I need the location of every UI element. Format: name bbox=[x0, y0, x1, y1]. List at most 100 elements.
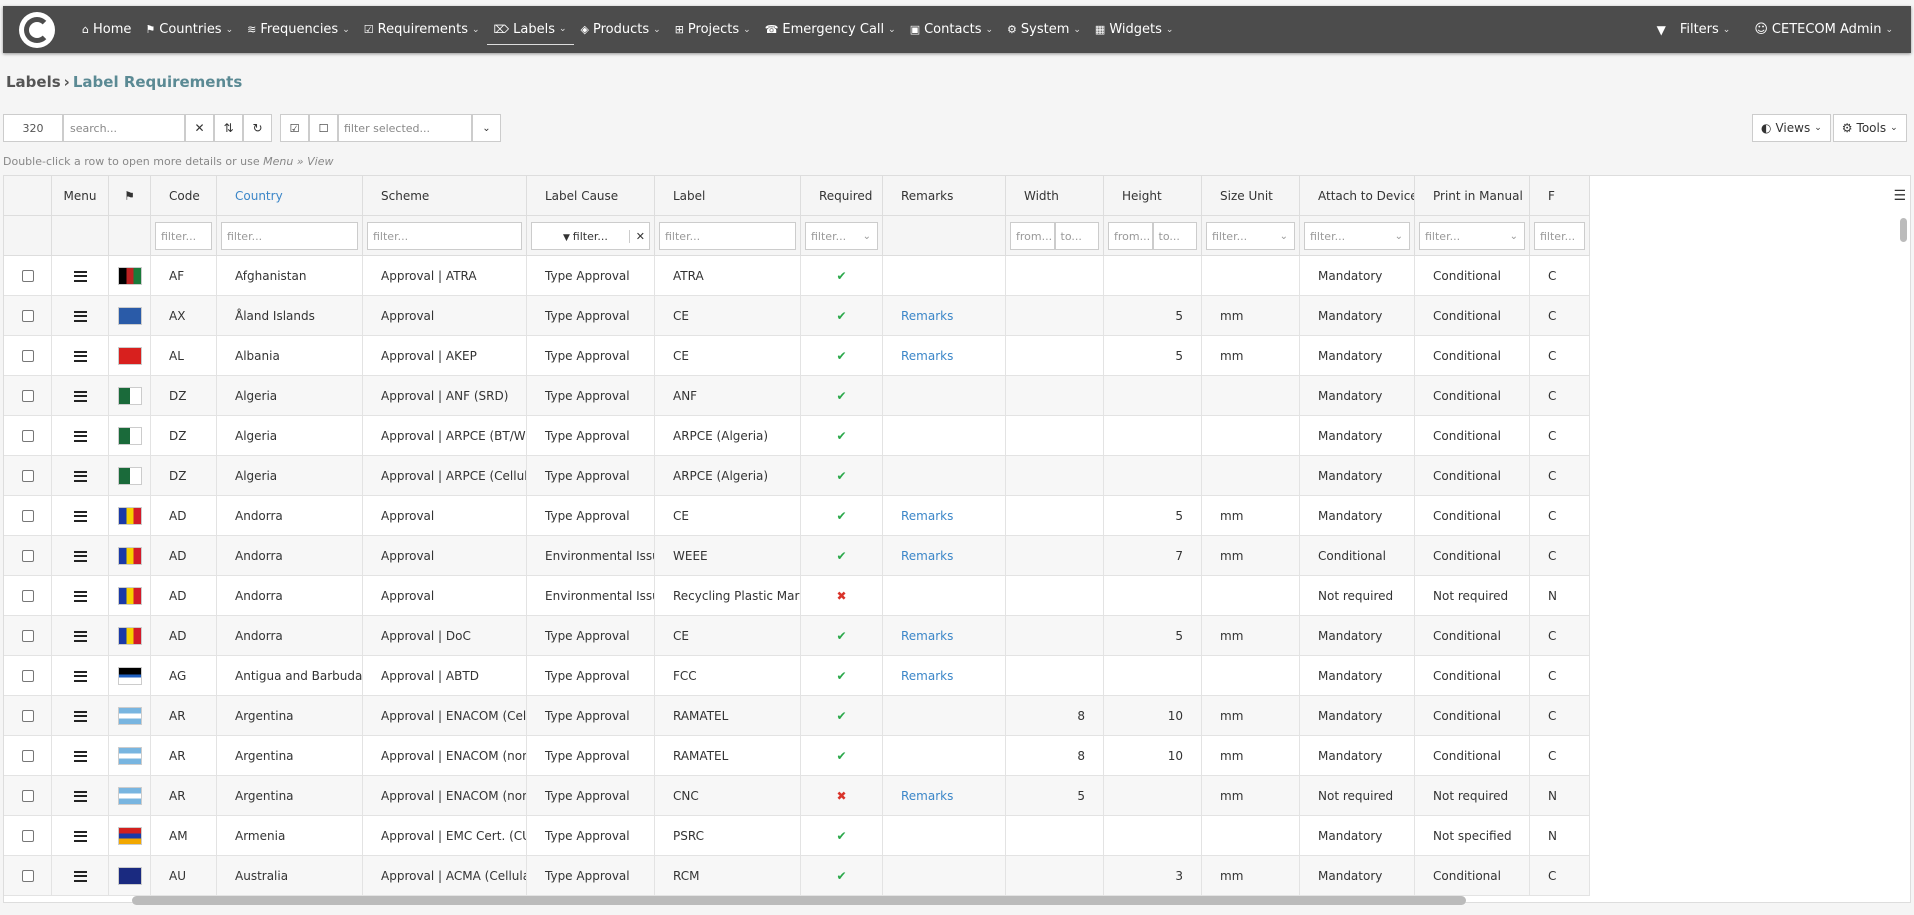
filter-height-from[interactable]: from... bbox=[1108, 222, 1153, 250]
menu-icon[interactable] bbox=[73, 670, 87, 682]
header-remarks[interactable]: Remarks bbox=[883, 176, 1006, 216]
table-row[interactable]: AF Afghanistan Approval | ATRA Type Approva… bbox=[4, 256, 1590, 296]
remarks-link[interactable]: Remarks bbox=[883, 776, 1006, 816]
cell-sel[interactable] bbox=[4, 816, 52, 856]
filter-scheme-input[interactable]: filter... bbox=[367, 222, 522, 250]
row-checkbox[interactable] bbox=[21, 430, 34, 442]
table-row[interactable]: AL Albania Approval | AKEP Type Approval CE ✔… bbox=[4, 336, 1590, 376]
header-extra[interactable]: F bbox=[1530, 176, 1590, 216]
filter-width-from[interactable]: from... bbox=[1010, 222, 1055, 250]
clear-filter-icon[interactable]: ✕ bbox=[628, 229, 645, 243]
menu-icon[interactable] bbox=[73, 310, 87, 322]
clear-search-button[interactable]: ✕ bbox=[185, 114, 214, 142]
menu-icon[interactable] bbox=[73, 350, 87, 362]
header-cause[interactable]: Label Cause bbox=[527, 176, 655, 216]
vertical-scrollbar[interactable] bbox=[1900, 218, 1907, 242]
table-row[interactable]: DZ Algeria Approval | ANF (SRD) Type Approv… bbox=[4, 376, 1590, 416]
menu-icon[interactable] bbox=[73, 710, 87, 722]
table-row[interactable]: AD Andorra Approval Type Approval CE ✔ Remarks… bbox=[4, 496, 1590, 536]
table-row[interactable]: ADAndorraApprovalEnvironmental IssuesWEE… bbox=[4, 536, 1590, 576]
tools-button[interactable]: ⚙ Tools ⌄ bbox=[1832, 114, 1907, 142]
menu-icon[interactable] bbox=[73, 550, 87, 562]
menu-icon[interactable] bbox=[73, 830, 87, 842]
user-menu[interactable]: ☺ CETECOM Admin ⌄ bbox=[1742, 15, 1905, 45]
filter-label-input[interactable]: filter... bbox=[659, 222, 796, 250]
row-checkbox[interactable] bbox=[21, 710, 34, 722]
refresh-button[interactable]: ↻ bbox=[243, 114, 272, 142]
table-row[interactable]: AG Antigua and Barbuda Approval | ABTD Type… bbox=[4, 656, 1590, 696]
filter-extra-input[interactable]: filter... bbox=[1534, 222, 1585, 250]
nav-item-labels[interactable]: ⌦ Labels ⌄ bbox=[486, 15, 574, 45]
remarks-link[interactable]: Remarks bbox=[883, 496, 1006, 536]
remarks-link[interactable]: Remarks bbox=[883, 536, 1006, 576]
row-checkbox[interactable] bbox=[21, 870, 34, 882]
filter-code-input[interactable]: filter... bbox=[155, 222, 212, 250]
filter-width-to[interactable]: to... bbox=[1054, 222, 1099, 250]
nav-item-contacts[interactable]: ▣ Contacts ⌄ bbox=[903, 15, 1000, 45]
horizontal-scrollbar[interactable] bbox=[132, 896, 1466, 905]
table-row[interactable]: ARArgentinaApproval | ENACOM (non-C...Ty… bbox=[4, 736, 1590, 776]
header-country[interactable]: Country bbox=[217, 176, 363, 216]
table-row[interactable]: AX Åland Islands Approval Type Approval CE ✔ R… bbox=[4, 296, 1590, 336]
search-input[interactable]: search... bbox=[63, 114, 185, 142]
filter-unit-select[interactable]: filter... ⌄ bbox=[1206, 222, 1295, 250]
nav-item-home[interactable]: ⌂ Home bbox=[75, 15, 138, 45]
header-attach[interactable]: Attach to Device bbox=[1300, 176, 1415, 216]
cell-sel[interactable] bbox=[4, 536, 52, 576]
remarks-link[interactable]: Remarks bbox=[883, 656, 1006, 696]
cell-sel[interactable] bbox=[4, 256, 52, 296]
table-row[interactable]: AM Armenia Approval | EMC Cert. (CU) Type A… bbox=[4, 816, 1590, 856]
menu-icon[interactable] bbox=[73, 390, 87, 402]
table-row[interactable]: AU Australia Approval | ACMA (Cellular) Typ… bbox=[4, 856, 1590, 896]
row-checkbox[interactable] bbox=[21, 750, 34, 762]
row-checkbox[interactable] bbox=[21, 470, 34, 482]
select-all-button[interactable]: ☑ bbox=[280, 114, 309, 142]
cell-sel[interactable] bbox=[4, 856, 52, 896]
nav-item-widgets[interactable]: ▦ Widgets ⌄ bbox=[1088, 15, 1181, 45]
nav-item-frequencies[interactable]: ≋ Frequencies ⌄ bbox=[240, 15, 357, 45]
header-required[interactable]: Required bbox=[801, 176, 883, 216]
nav-item-system[interactable]: ⚙ System ⌄ bbox=[1000, 15, 1088, 45]
deselect-all-button[interactable]: ☐ bbox=[309, 114, 338, 142]
cell-sel[interactable] bbox=[4, 576, 52, 616]
table-row[interactable]: ADAndorraApprovalEnvironmental IssuesRec… bbox=[4, 576, 1590, 616]
menu-icon[interactable] bbox=[73, 270, 87, 282]
menu-icon[interactable] bbox=[73, 750, 87, 762]
cell-sel[interactable] bbox=[4, 736, 52, 776]
nav-item-countries[interactable]: ⚑ Countries ⌄ bbox=[138, 15, 240, 45]
header-menu[interactable]: Menu bbox=[52, 176, 109, 216]
filter-cause-input[interactable]: ▼ filter... ✕ bbox=[531, 222, 650, 250]
row-checkbox[interactable] bbox=[21, 510, 34, 522]
filter-required-select[interactable]: filter... ⌄ bbox=[805, 222, 878, 250]
cell-sel[interactable] bbox=[4, 776, 52, 816]
header-print[interactable]: Print in Manual bbox=[1415, 176, 1530, 216]
filter-selected-input[interactable]: filter selected... bbox=[338, 114, 472, 142]
sort-button[interactable]: ⇅ bbox=[214, 114, 243, 142]
row-checkbox[interactable] bbox=[21, 670, 34, 682]
menu-icon[interactable] bbox=[73, 510, 87, 522]
filter-country-input[interactable]: filter... bbox=[221, 222, 358, 250]
cell-sel[interactable] bbox=[4, 696, 52, 736]
row-checkbox[interactable] bbox=[21, 830, 34, 842]
breadcrumb-parent[interactable]: Labels bbox=[6, 73, 61, 91]
menu-icon[interactable] bbox=[73, 870, 87, 882]
row-checkbox[interactable] bbox=[21, 590, 34, 602]
table-row[interactable]: ARArgentinaApproval | ENACOM (non-C...Ty… bbox=[4, 776, 1590, 816]
cell-sel[interactable] bbox=[4, 336, 52, 376]
cell-sel[interactable] bbox=[4, 616, 52, 656]
filter-selected-dropdown[interactable]: ⌄ bbox=[472, 114, 501, 142]
menu-icon[interactable] bbox=[73, 630, 87, 642]
header-width[interactable]: Width bbox=[1006, 176, 1104, 216]
cell-sel[interactable] bbox=[4, 296, 52, 336]
nav-item-projects[interactable]: ⊞ Projects ⌄ bbox=[668, 15, 758, 45]
filters-menu[interactable]: ▼ Filters ⌄ bbox=[1645, 15, 1743, 45]
remarks-link[interactable]: Remarks bbox=[883, 336, 1006, 376]
row-checkbox[interactable] bbox=[21, 390, 34, 402]
remarks-link[interactable]: Remarks bbox=[883, 296, 1006, 336]
header-flag[interactable]: ⚑ bbox=[109, 176, 151, 216]
row-checkbox[interactable] bbox=[21, 270, 34, 282]
app-logo[interactable] bbox=[19, 11, 55, 48]
filter-height-to[interactable]: to... bbox=[1152, 222, 1197, 250]
menu-icon[interactable] bbox=[73, 590, 87, 602]
cell-sel[interactable] bbox=[4, 656, 52, 696]
